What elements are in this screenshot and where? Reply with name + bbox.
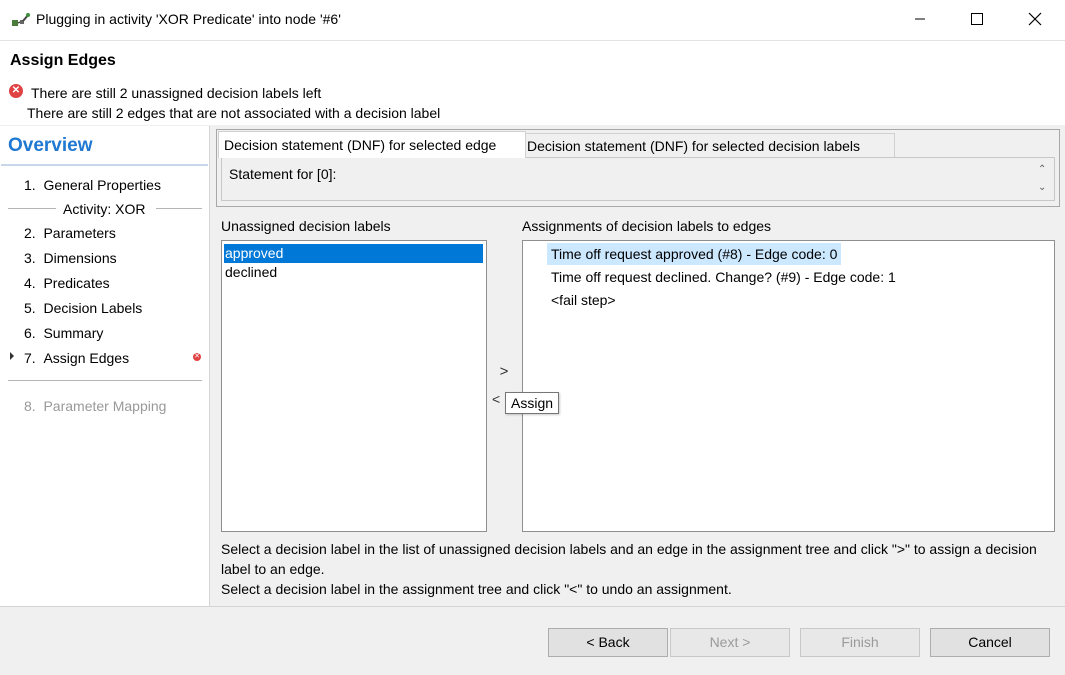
tree-node[interactable]: Time off request approved (#8) - Edge co… — [547, 243, 842, 265]
divider — [8, 380, 202, 381]
vertical-scrollbar[interactable]: ⌃ ⌄ — [1034, 160, 1050, 197]
list-item[interactable]: declined — [224, 263, 483, 282]
assign-button[interactable]: > — [492, 359, 516, 383]
sidebar-item-dimensions[interactable]: 3. Dimensions — [24, 250, 117, 266]
minimize-button[interactable] — [891, 0, 949, 40]
tree-node[interactable]: Time off request declined. Change? (#9) … — [547, 266, 900, 288]
tab-selected-labels[interactable]: Decision statement (DNF) for selected de… — [521, 133, 895, 158]
step-error-icon: ✕ — [193, 353, 201, 361]
scroll-down-icon[interactable]: ⌄ — [1038, 182, 1046, 193]
assignments-title: Assignments of decision labels to edges — [522, 218, 772, 234]
maximize-icon — [971, 12, 983, 28]
window-title: Plugging in activity 'XOR Predicate' int… — [36, 11, 341, 27]
tab-selected-edge[interactable]: Decision statement (DNF) for selected ed… — [218, 131, 526, 158]
minimize-icon — [914, 12, 926, 28]
tree-node[interactable]: <fail step> — [547, 289, 620, 311]
scroll-up-icon[interactable]: ⌃ — [1038, 164, 1046, 175]
maximize-button[interactable] — [948, 0, 1006, 40]
error-message: There are still 2 unassigned decision la… — [31, 85, 322, 101]
overview-title: Overview — [8, 135, 93, 156]
list-item[interactable]: approved — [224, 244, 483, 263]
unassigned-labels-list[interactable]: approved declined — [221, 240, 487, 532]
activity-plug-icon — [11, 11, 31, 29]
divider — [1, 164, 208, 166]
help-line: Select a decision label in the assignmen… — [221, 581, 732, 597]
help-text: Select a decision label in the list of u… — [221, 539, 1053, 599]
unassign-button[interactable]: < — [492, 391, 506, 411]
sidebar-item-decision-labels[interactable]: 5. Decision Labels — [24, 300, 142, 316]
cancel-button[interactable]: Cancel — [930, 628, 1050, 657]
statement-text-area[interactable] — [221, 157, 1055, 201]
page-title: Assign Edges — [10, 52, 116, 69]
close-button[interactable] — [1006, 0, 1064, 40]
divider — [0, 606, 1065, 607]
back-button[interactable]: < Back — [548, 628, 668, 657]
sidebar-item-parameters[interactable]: 2. Parameters — [24, 225, 116, 241]
next-button[interactable]: Next > — [670, 628, 790, 657]
error-icon: ✕ — [9, 84, 23, 98]
overview-sidebar — [0, 126, 210, 606]
sidebar-item-parameter-mapping: 8. Parameter Mapping — [24, 398, 167, 414]
sidebar-item-predicates[interactable]: 4. Predicates — [24, 275, 110, 291]
statement-text: Statement for [0]: — [229, 166, 337, 182]
help-line: Select a decision label in the list of u… — [221, 541, 1037, 577]
assignment-tree[interactable]: Time off request approved (#8) - Edge co… — [522, 240, 1055, 532]
current-step-arrow-icon — [10, 352, 14, 360]
unassigned-labels-title: Unassigned decision labels — [221, 218, 391, 234]
activity-group-label: Activity: XOR — [0, 201, 209, 217]
sidebar-item-summary[interactable]: 6. Summary — [24, 325, 103, 341]
error-message: There are still 2 edges that are not ass… — [27, 105, 441, 121]
close-icon — [1028, 12, 1042, 29]
finish-button[interactable]: Finish — [800, 628, 920, 657]
assign-tooltip: Assign — [505, 392, 560, 414]
sidebar-item-general-properties[interactable]: 1. General Properties — [24, 177, 161, 193]
sidebar-item-assign-edges[interactable]: 7. Assign Edges — [24, 350, 129, 366]
